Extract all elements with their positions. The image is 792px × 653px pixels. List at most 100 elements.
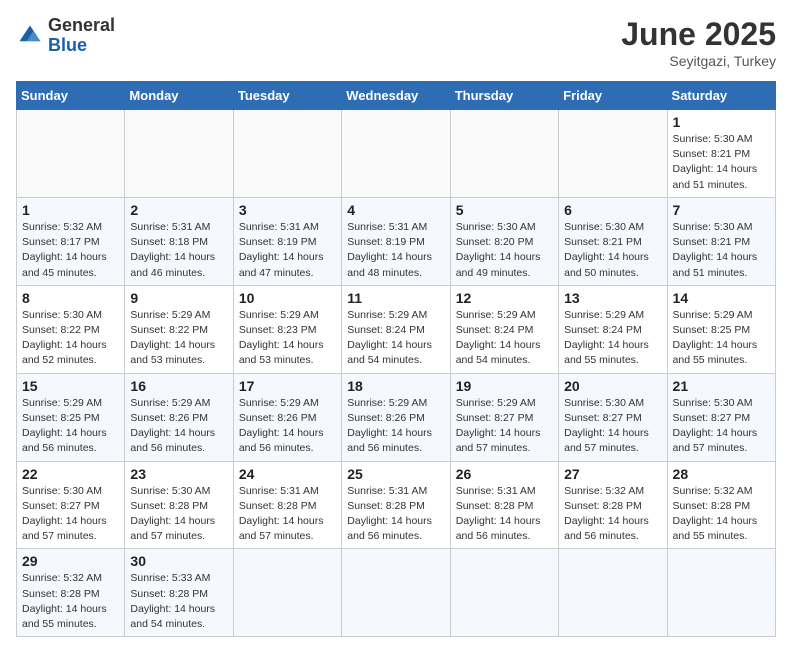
day-number: 3 bbox=[239, 202, 336, 218]
day-number: 17 bbox=[239, 378, 336, 394]
day-info: Sunrise: 5:29 AM Sunset: 8:24 PM Dayligh… bbox=[347, 308, 444, 369]
day-info: Sunrise: 5:29 AM Sunset: 8:26 PM Dayligh… bbox=[130, 396, 227, 457]
col-sunday: Sunday bbox=[17, 82, 125, 110]
calendar-cell: 24 Sunrise: 5:31 AM Sunset: 8:28 PM Dayl… bbox=[233, 461, 341, 549]
calendar-cell: 13 Sunrise: 5:29 AM Sunset: 8:24 PM Dayl… bbox=[559, 285, 667, 373]
calendar-cell bbox=[450, 549, 558, 637]
calendar-cell: 30 Sunrise: 5:33 AM Sunset: 8:28 PM Dayl… bbox=[125, 549, 233, 637]
calendar-cell: 29 Sunrise: 5:32 AM Sunset: 8:28 PM Dayl… bbox=[17, 549, 125, 637]
calendar-cell: 1 Sunrise: 5:30 AM Sunset: 8:21 PM Dayli… bbox=[667, 110, 775, 198]
calendar-week-4: 22 Sunrise: 5:30 AM Sunset: 8:27 PM Dayl… bbox=[17, 461, 776, 549]
day-info: Sunrise: 5:30 AM Sunset: 8:27 PM Dayligh… bbox=[22, 484, 119, 545]
calendar-cell: 9 Sunrise: 5:29 AM Sunset: 8:22 PM Dayli… bbox=[125, 285, 233, 373]
calendar-cell: 1 Sunrise: 5:32 AM Sunset: 8:17 PM Dayli… bbox=[17, 197, 125, 285]
day-info: Sunrise: 5:31 AM Sunset: 8:28 PM Dayligh… bbox=[456, 484, 553, 545]
calendar-cell bbox=[233, 549, 341, 637]
day-number: 11 bbox=[347, 290, 444, 306]
logo-blue: Blue bbox=[48, 35, 87, 55]
col-tuesday: Tuesday bbox=[233, 82, 341, 110]
day-number: 16 bbox=[130, 378, 227, 394]
day-number: 15 bbox=[22, 378, 119, 394]
day-info: Sunrise: 5:31 AM Sunset: 8:18 PM Dayligh… bbox=[130, 220, 227, 281]
calendar-cell: 4 Sunrise: 5:31 AM Sunset: 8:19 PM Dayli… bbox=[342, 197, 450, 285]
day-info: Sunrise: 5:29 AM Sunset: 8:24 PM Dayligh… bbox=[564, 308, 661, 369]
calendar-cell: 12 Sunrise: 5:29 AM Sunset: 8:24 PM Dayl… bbox=[450, 285, 558, 373]
calendar-cell bbox=[342, 110, 450, 198]
day-number: 23 bbox=[130, 466, 227, 482]
day-info: Sunrise: 5:30 AM Sunset: 8:21 PM Dayligh… bbox=[673, 220, 770, 281]
calendar-week-3: 15 Sunrise: 5:29 AM Sunset: 8:25 PM Dayl… bbox=[17, 373, 776, 461]
day-info: Sunrise: 5:32 AM Sunset: 8:28 PM Dayligh… bbox=[673, 484, 770, 545]
calendar-cell: 25 Sunrise: 5:31 AM Sunset: 8:28 PM Dayl… bbox=[342, 461, 450, 549]
day-number: 29 bbox=[22, 553, 119, 569]
day-number: 6 bbox=[564, 202, 661, 218]
calendar-week-0: 1 Sunrise: 5:30 AM Sunset: 8:21 PM Dayli… bbox=[17, 110, 776, 198]
day-info: Sunrise: 5:29 AM Sunset: 8:25 PM Dayligh… bbox=[22, 396, 119, 457]
day-info: Sunrise: 5:29 AM Sunset: 8:22 PM Dayligh… bbox=[130, 308, 227, 369]
day-number: 18 bbox=[347, 378, 444, 394]
day-number: 1 bbox=[673, 114, 770, 130]
day-info: Sunrise: 5:29 AM Sunset: 8:23 PM Dayligh… bbox=[239, 308, 336, 369]
day-number: 4 bbox=[347, 202, 444, 218]
day-number: 27 bbox=[564, 466, 661, 482]
col-saturday: Saturday bbox=[667, 82, 775, 110]
day-number: 10 bbox=[239, 290, 336, 306]
calendar-cell: 23 Sunrise: 5:30 AM Sunset: 8:28 PM Dayl… bbox=[125, 461, 233, 549]
calendar-cell: 18 Sunrise: 5:29 AM Sunset: 8:26 PM Dayl… bbox=[342, 373, 450, 461]
day-info: Sunrise: 5:30 AM Sunset: 8:28 PM Dayligh… bbox=[130, 484, 227, 545]
calendar-cell: 15 Sunrise: 5:29 AM Sunset: 8:25 PM Dayl… bbox=[17, 373, 125, 461]
day-info: Sunrise: 5:29 AM Sunset: 8:26 PM Dayligh… bbox=[347, 396, 444, 457]
day-number: 5 bbox=[456, 202, 553, 218]
col-friday: Friday bbox=[559, 82, 667, 110]
day-number: 8 bbox=[22, 290, 119, 306]
day-number: 7 bbox=[673, 202, 770, 218]
day-info: Sunrise: 5:30 AM Sunset: 8:27 PM Dayligh… bbox=[673, 396, 770, 457]
calendar-cell: 20 Sunrise: 5:30 AM Sunset: 8:27 PM Dayl… bbox=[559, 373, 667, 461]
day-info: Sunrise: 5:29 AM Sunset: 8:24 PM Dayligh… bbox=[456, 308, 553, 369]
calendar-cell: 6 Sunrise: 5:30 AM Sunset: 8:21 PM Dayli… bbox=[559, 197, 667, 285]
day-number: 9 bbox=[130, 290, 227, 306]
day-number: 22 bbox=[22, 466, 119, 482]
day-number: 19 bbox=[456, 378, 553, 394]
calendar-cell: 7 Sunrise: 5:30 AM Sunset: 8:21 PM Dayli… bbox=[667, 197, 775, 285]
calendar-cell bbox=[559, 549, 667, 637]
calendar-cell bbox=[559, 110, 667, 198]
day-info: Sunrise: 5:29 AM Sunset: 8:25 PM Dayligh… bbox=[673, 308, 770, 369]
calendar-week-1: 1 Sunrise: 5:32 AM Sunset: 8:17 PM Dayli… bbox=[17, 197, 776, 285]
calendar-cell bbox=[450, 110, 558, 198]
calendar-body: 1 Sunrise: 5:30 AM Sunset: 8:21 PM Dayli… bbox=[17, 110, 776, 637]
calendar-cell: 16 Sunrise: 5:29 AM Sunset: 8:26 PM Dayl… bbox=[125, 373, 233, 461]
calendar-cell: 14 Sunrise: 5:29 AM Sunset: 8:25 PM Dayl… bbox=[667, 285, 775, 373]
calendar-cell: 11 Sunrise: 5:29 AM Sunset: 8:24 PM Dayl… bbox=[342, 285, 450, 373]
day-info: Sunrise: 5:32 AM Sunset: 8:28 PM Dayligh… bbox=[22, 571, 119, 632]
calendar-cell: 10 Sunrise: 5:29 AM Sunset: 8:23 PM Dayl… bbox=[233, 285, 341, 373]
day-number: 30 bbox=[130, 553, 227, 569]
header-row: Sunday Monday Tuesday Wednesday Thursday… bbox=[17, 82, 776, 110]
calendar-cell bbox=[342, 549, 450, 637]
day-info: Sunrise: 5:30 AM Sunset: 8:20 PM Dayligh… bbox=[456, 220, 553, 281]
day-info: Sunrise: 5:33 AM Sunset: 8:28 PM Dayligh… bbox=[130, 571, 227, 632]
calendar-table: Sunday Monday Tuesday Wednesday Thursday… bbox=[16, 81, 776, 637]
calendar-header: Sunday Monday Tuesday Wednesday Thursday… bbox=[17, 82, 776, 110]
calendar-cell: 27 Sunrise: 5:32 AM Sunset: 8:28 PM Dayl… bbox=[559, 461, 667, 549]
day-info: Sunrise: 5:31 AM Sunset: 8:19 PM Dayligh… bbox=[239, 220, 336, 281]
col-wednesday: Wednesday bbox=[342, 82, 450, 110]
calendar-cell: 26 Sunrise: 5:31 AM Sunset: 8:28 PM Dayl… bbox=[450, 461, 558, 549]
calendar-cell bbox=[667, 549, 775, 637]
month-title: June 2025 bbox=[621, 16, 776, 53]
calendar-week-2: 8 Sunrise: 5:30 AM Sunset: 8:22 PM Dayli… bbox=[17, 285, 776, 373]
calendar-cell: 3 Sunrise: 5:31 AM Sunset: 8:19 PM Dayli… bbox=[233, 197, 341, 285]
day-number: 14 bbox=[673, 290, 770, 306]
calendar-cell: 22 Sunrise: 5:30 AM Sunset: 8:27 PM Dayl… bbox=[17, 461, 125, 549]
logo-text: General Blue bbox=[48, 16, 115, 56]
title-block: June 2025 Seyitgazi, Turkey bbox=[621, 16, 776, 69]
calendar-cell: 5 Sunrise: 5:30 AM Sunset: 8:20 PM Dayli… bbox=[450, 197, 558, 285]
calendar-cell: 21 Sunrise: 5:30 AM Sunset: 8:27 PM Dayl… bbox=[667, 373, 775, 461]
day-number: 1 bbox=[22, 202, 119, 218]
day-info: Sunrise: 5:30 AM Sunset: 8:21 PM Dayligh… bbox=[564, 220, 661, 281]
calendar-cell bbox=[233, 110, 341, 198]
logo-icon bbox=[16, 22, 44, 50]
page-header: General Blue June 2025 Seyitgazi, Turkey bbox=[16, 16, 776, 69]
logo: General Blue bbox=[16, 16, 115, 56]
day-number: 21 bbox=[673, 378, 770, 394]
